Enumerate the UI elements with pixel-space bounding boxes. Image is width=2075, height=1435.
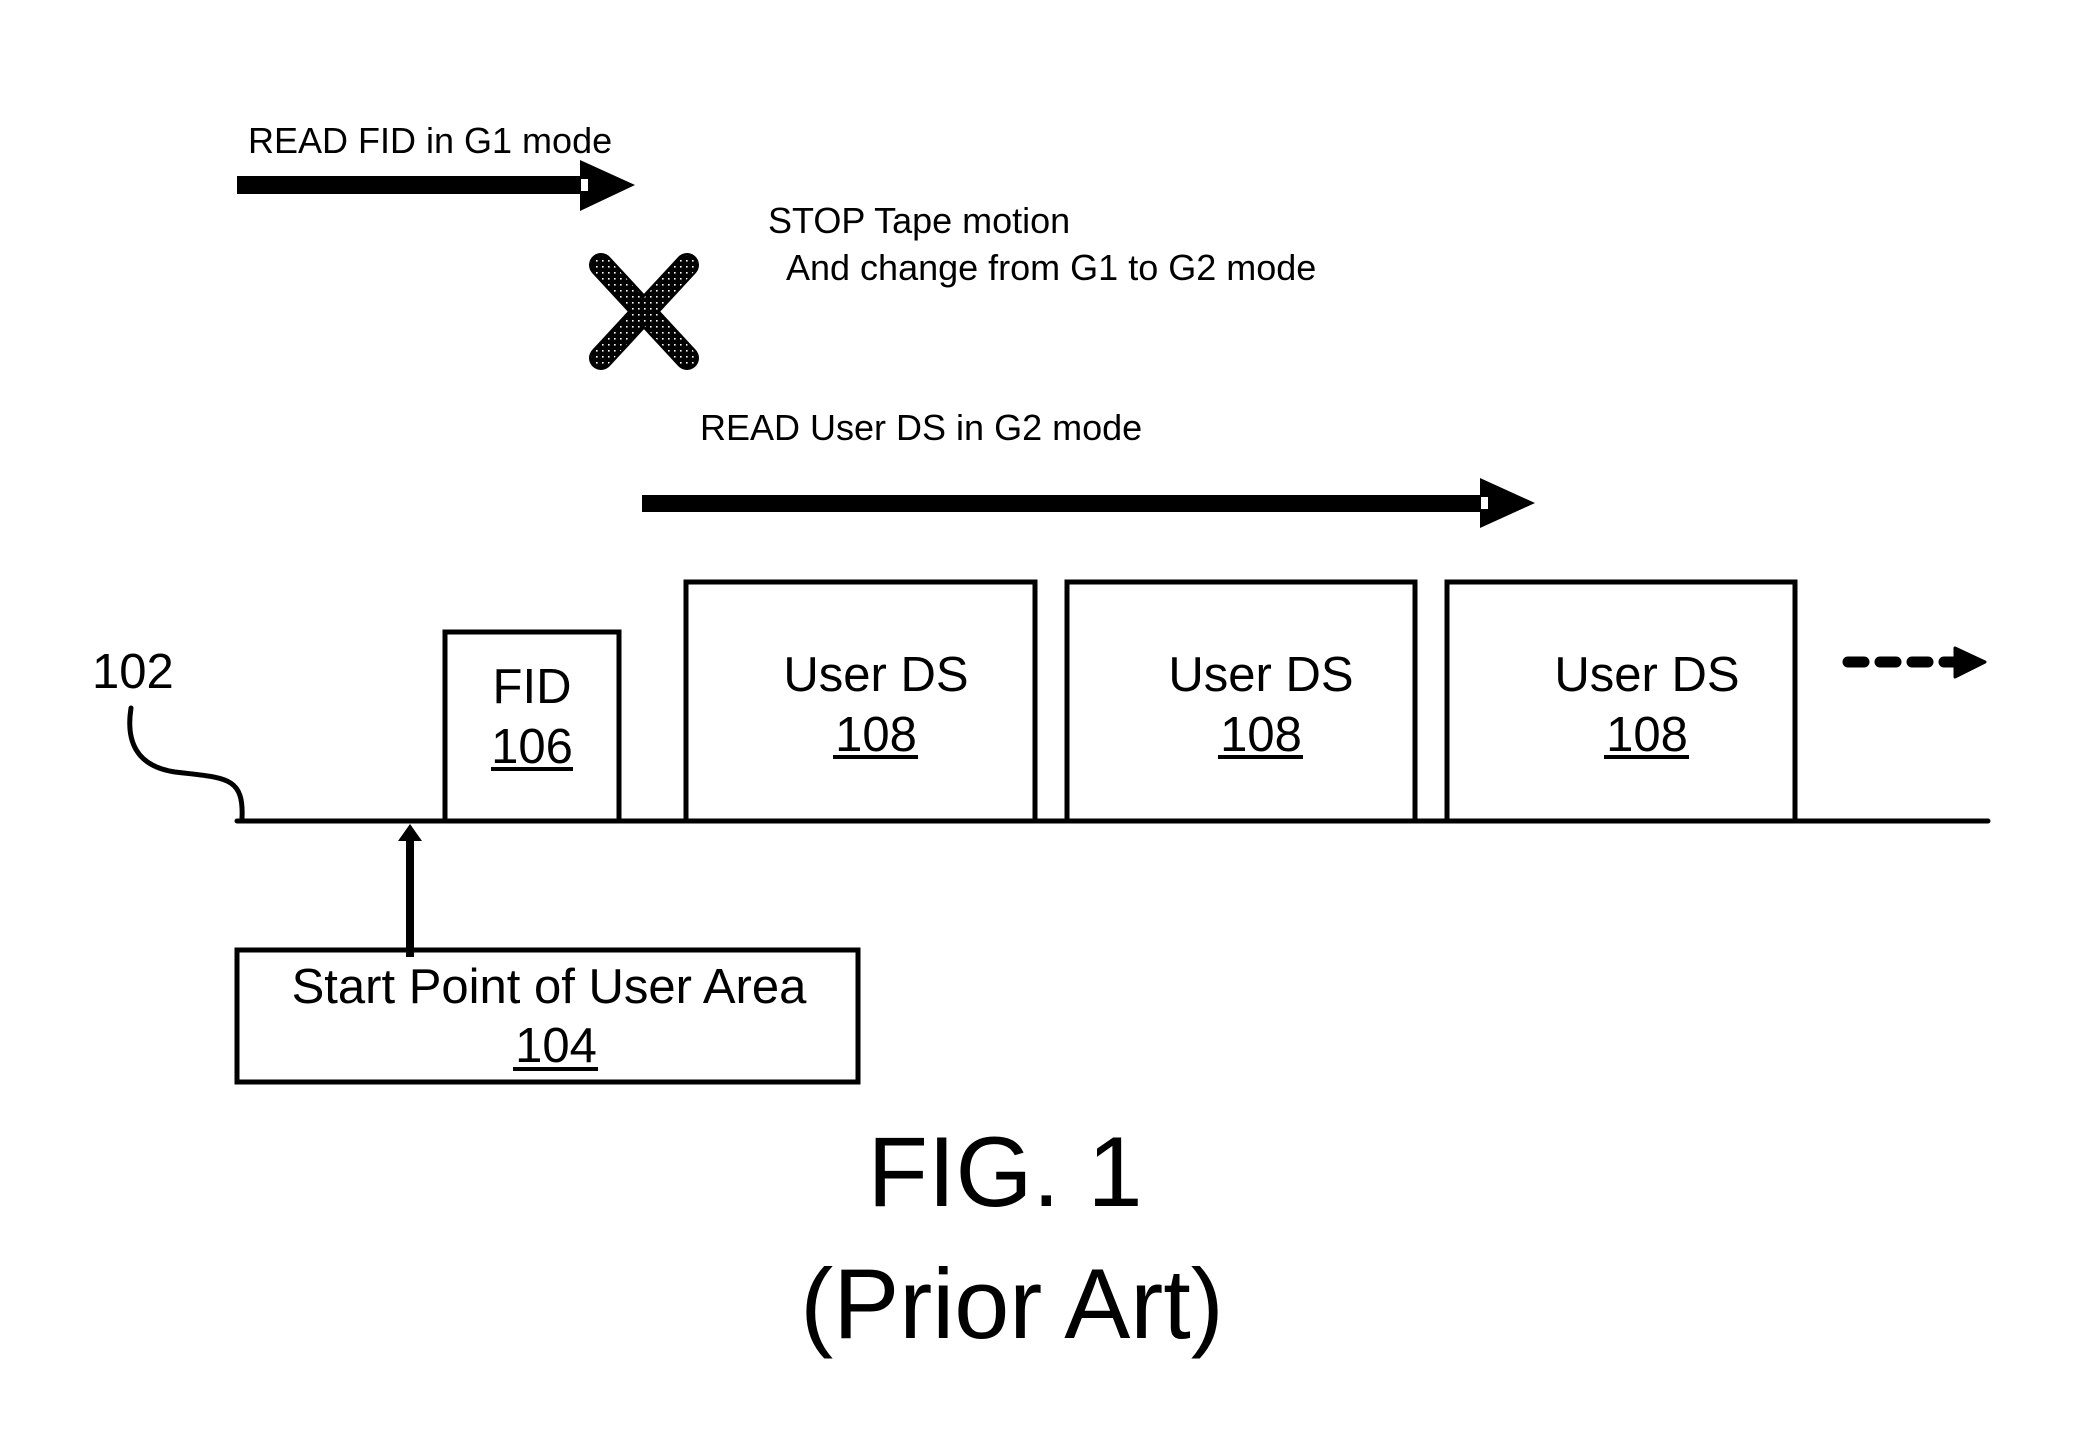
read-user-ds-label: READ User DS in G2 mode	[700, 407, 1142, 448]
arrow-notch	[1481, 497, 1488, 509]
user-ds-block-label: User DS	[1168, 648, 1353, 702]
user-ds-block: User DS 108	[683, 579, 1038, 824]
tape-ref-label: 102	[92, 645, 174, 699]
read-user-ds-arrow-shaft	[642, 495, 1482, 512]
dashed-arrow-right-icon	[1842, 646, 1987, 679]
arrow-up-icon	[398, 824, 422, 841]
read-fid-arrow	[237, 160, 635, 211]
user-ds-block-label: User DS	[783, 648, 968, 702]
start-point-ref: 104	[515, 1019, 597, 1073]
start-point-box: Start Point of User Area 104	[234, 947, 861, 1085]
user-ds-block-ref: 108	[835, 708, 917, 762]
read-fid-arrow-shaft	[237, 176, 582, 194]
tape-read-diagram: READ FID in G1 mode STOP Tape motion And…	[92, 120, 1991, 1359]
stop-label-line2: And change from G1 to G2 mode	[786, 247, 1316, 288]
user-ds-block: User DS 108	[1444, 579, 1798, 824]
figure-title: FIG. 1	[867, 1116, 1142, 1227]
arrow-notch	[581, 179, 588, 191]
tape-leader-line	[127, 705, 245, 821]
read-fid-label: READ FID in G1 mode	[248, 120, 612, 161]
fid-ref-underline	[491, 767, 573, 771]
read-user-ds-arrow	[642, 478, 1535, 528]
user-ds-ref-underline	[1604, 755, 1689, 759]
x-mark-icon	[589, 253, 699, 370]
fid-block-ref: 106	[491, 720, 573, 774]
user-ds-ref-underline	[833, 755, 918, 759]
user-ds-block-ref: 108	[1220, 708, 1302, 762]
user-ds-block: User DS 108	[1064, 579, 1418, 824]
arrow-head-icon	[580, 160, 635, 211]
user-ds-block-ref: 108	[1606, 708, 1688, 762]
start-point-arrow	[398, 824, 422, 957]
user-ds-ref-underline	[1218, 755, 1303, 759]
figure-subtitle: (Prior Art)	[800, 1248, 1224, 1359]
user-ds-block-label: User DS	[1554, 648, 1739, 702]
arrow-head-icon	[1480, 478, 1535, 528]
start-point-label: Start Point of User Area	[292, 960, 807, 1014]
start-point-arrow-stem	[406, 836, 414, 957]
start-point-ref-underline	[513, 1067, 598, 1071]
fid-block-label: FID	[493, 660, 572, 714]
stop-label-line1: STOP Tape motion	[768, 200, 1070, 241]
fid-block: FID 106	[442, 629, 622, 824]
